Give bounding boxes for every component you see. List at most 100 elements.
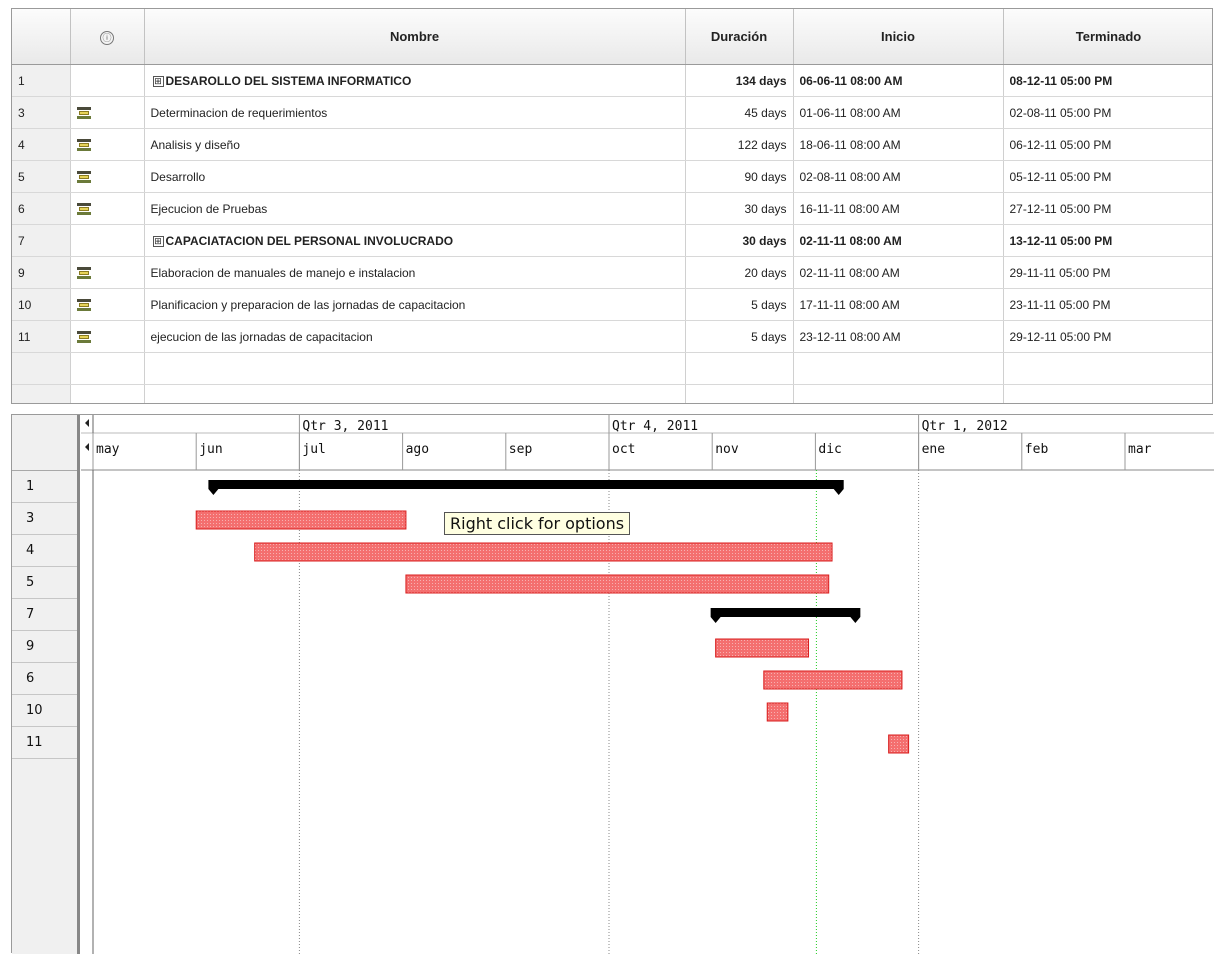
table-row[interactable]: 4 Analisis y diseño 122 days 18-06-11 08:00… — [12, 128, 1212, 161]
quarter-label: Qtr 4, 2011 — [612, 419, 698, 434]
task-start[interactable]: 16-11-11 08:00 AM — [793, 192, 1004, 225]
table-row[interactable]: 9 Elaboracion de manuales de manejo e ins… — [12, 256, 1212, 289]
task-start[interactable]: 23-12-11 08:00 AM — [793, 320, 1004, 353]
task-name-cell[interactable]: ejecucion de las jornadas de capacitacio… — [144, 320, 686, 353]
header-start[interactable]: Inicio — [793, 9, 1004, 65]
row-index[interactable]: 10 — [12, 288, 71, 321]
task-name-cell[interactable]: Analisis y diseño — [144, 128, 686, 161]
task-start[interactable]: 06-06-11 08:00 AM — [793, 64, 1004, 97]
table-row[interactable]: 10 Planificacion y preparacion de las jor… — [12, 288, 1212, 321]
task-duration[interactable]: 5 days — [685, 288, 794, 321]
row-index[interactable]: 4 — [12, 128, 71, 161]
task-duration[interactable]: 20 days — [685, 256, 794, 289]
info-icon: ⓘ — [100, 30, 114, 45]
row-index[interactable]: 11 — [12, 320, 71, 353]
header-finish[interactable]: Terminado — [1003, 9, 1212, 65]
task-start[interactable]: 02-11-11 08:00 AM — [793, 224, 1004, 257]
task-bar[interactable] — [763, 670, 903, 690]
header-indicators[interactable]: ⓘ — [70, 9, 145, 65]
task-duration[interactable] — [685, 384, 794, 403]
row-index[interactable]: 1 — [12, 64, 71, 97]
task-name: Analisis y diseño — [150, 137, 240, 152]
task-name-cell[interactable] — [144, 352, 686, 385]
task-bar[interactable] — [766, 702, 789, 722]
indicator-cell — [70, 64, 145, 97]
task-finish[interactable]: 05-12-11 05:00 PM — [1003, 160, 1212, 193]
table-row[interactable]: 5 Desarrollo 90 days 02-08-11 08:00 AM 05-12… — [12, 160, 1212, 193]
header-name[interactable]: Nombre — [144, 9, 686, 65]
task-finish[interactable]: 08-12-11 05:00 PM — [1003, 64, 1212, 97]
task-start[interactable] — [793, 384, 1004, 403]
row-index[interactable] — [12, 352, 71, 385]
task-bar[interactable] — [254, 542, 833, 562]
gantt-chart[interactable]: 1 3 4 5 7 9 6 10 11 Qtr 3, 2011 Qtr 4, 2011 Qtr 1,… — [11, 414, 1214, 954]
task-calendar-icon — [76, 267, 91, 280]
task-duration[interactable]: 30 days — [685, 192, 794, 225]
row-index[interactable]: 3 — [12, 96, 71, 129]
task-name-cell[interactable]: Elaboracion de manuales de manejo e inst… — [144, 256, 686, 289]
empty-row[interactable] — [12, 384, 1212, 403]
quarter-label: Qtr 3, 2011 — [302, 419, 388, 434]
task-finish[interactable]: 29-11-11 05:00 PM — [1003, 256, 1212, 289]
month-label: jun — [199, 442, 222, 457]
task-start[interactable]: 17-11-11 08:00 AM — [793, 288, 1004, 321]
task-start[interactable]: 18-06-11 08:00 AM — [793, 128, 1004, 161]
task-duration[interactable]: 90 days — [685, 160, 794, 193]
task-name-cell[interactable]: Determinacion de requerimientos — [144, 96, 686, 129]
month-label: nov — [715, 442, 739, 457]
task-calendar-icon — [76, 107, 91, 120]
expand-toggle-icon[interactable]: ⊞ — [152, 235, 164, 247]
task-duration[interactable]: 45 days — [685, 96, 794, 129]
task-duration[interactable]: 5 days — [685, 320, 794, 353]
month-label: jul — [302, 442, 325, 457]
task-finish[interactable]: 29-12-11 05:00 PM — [1003, 320, 1212, 353]
table-row[interactable]: 6 Ejecucion de Pruebas 30 days 16-11-11 08:… — [12, 192, 1212, 225]
task-name-cell[interactable] — [144, 384, 686, 403]
expand-toggle-icon[interactable]: ⊞ — [152, 75, 164, 87]
task-finish[interactable]: 27-12-11 05:00 PM — [1003, 192, 1212, 225]
table-row[interactable]: 1 ⊞ DESAROLLO DEL SISTEMA INFORMATICO 134 d… — [12, 64, 1212, 97]
task-name: Planificacion y preparacion de las jorna… — [150, 297, 466, 312]
task-name-cell[interactable]: Desarrollo — [144, 160, 686, 193]
task-start[interactable]: 01-06-11 08:00 AM — [793, 96, 1004, 129]
task-name: Desarrollo — [150, 169, 206, 184]
task-name-cell[interactable]: Ejecucion de Pruebas — [144, 192, 686, 225]
task-bar[interactable] — [405, 574, 830, 594]
task-start[interactable]: 02-11-11 08:00 AM — [793, 256, 1004, 289]
table-row[interactable]: 11 ejecucion de las jornadas de capacitac… — [12, 320, 1212, 353]
row-index[interactable]: 6 — [12, 192, 71, 225]
task-finish[interactable] — [1003, 384, 1212, 403]
summary-bar[interactable] — [710, 608, 861, 623]
empty-row[interactable] — [12, 352, 1212, 385]
task-name-cell[interactable]: ⊞ CAPACIATACION DEL PERSONAL INVOLUCRADO — [144, 224, 686, 257]
task-finish[interactable]: 06-12-11 05:00 PM — [1003, 128, 1212, 161]
task-duration[interactable]: 122 days — [685, 128, 794, 161]
header-duration[interactable]: Duración — [685, 9, 794, 65]
task-start[interactable] — [793, 352, 1004, 385]
table-row[interactable]: 3 Determinacion de requerimientos 45 days 0… — [12, 96, 1212, 129]
task-finish[interactable]: 13-12-11 05:00 PM — [1003, 224, 1212, 257]
gantt-timeline[interactable]: Qtr 3, 2011 Qtr 4, 2011 Qtr 1, 2012 may jun j… — [12, 415, 1214, 954]
summary-bar[interactable] — [208, 480, 844, 495]
task-name-cell[interactable]: ⊞ DESAROLLO DEL SISTEMA INFORMATICO — [144, 64, 686, 97]
row-index[interactable]: 7 — [12, 224, 71, 257]
row-index[interactable] — [12, 384, 71, 403]
task-bar[interactable] — [888, 734, 910, 754]
table-row[interactable]: 7 ⊞ CAPACIATACION DEL PERSONAL INVOLUCRADO… — [12, 224, 1212, 257]
task-calendar-icon — [76, 171, 91, 184]
task-duration[interactable]: 30 days — [685, 224, 794, 257]
row-index[interactable]: 5 — [12, 160, 71, 193]
task-bar[interactable] — [195, 510, 407, 530]
task-name-cell[interactable]: Planificacion y preparacion de las jorna… — [144, 288, 686, 321]
task-finish[interactable] — [1003, 352, 1212, 385]
task-finish[interactable]: 02-08-11 05:00 PM — [1003, 96, 1212, 129]
indicator-cell — [70, 256, 145, 289]
task-duration[interactable]: 134 days — [685, 64, 794, 97]
task-name: Ejecucion de Pruebas — [150, 201, 268, 216]
task-duration[interactable] — [685, 352, 794, 385]
task-finish[interactable]: 23-11-11 05:00 PM — [1003, 288, 1212, 321]
task-start[interactable]: 02-08-11 08:00 AM — [793, 160, 1004, 193]
task-bar[interactable] — [715, 638, 810, 658]
row-index[interactable]: 9 — [12, 256, 71, 289]
header-index[interactable] — [12, 9, 71, 65]
